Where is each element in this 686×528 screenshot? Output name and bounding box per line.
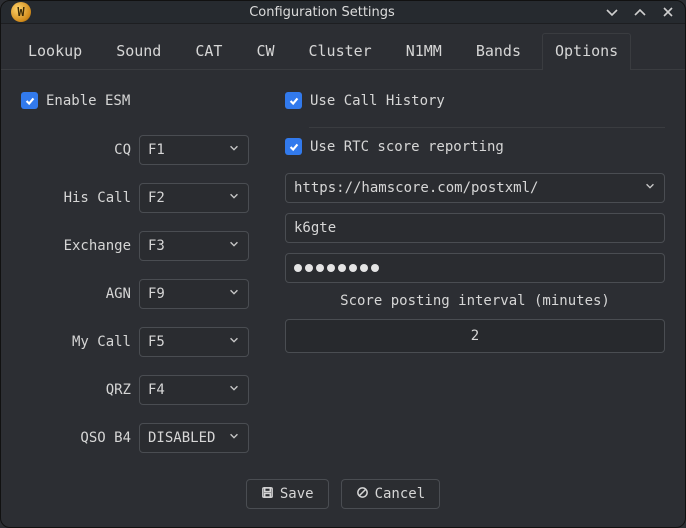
his-call-row: His Call F2 xyxy=(21,183,261,213)
check-icon xyxy=(21,92,38,109)
cq-value: F1 xyxy=(148,142,165,158)
use-call-history-label: Use Call History xyxy=(310,93,445,109)
agn-select[interactable]: F9 xyxy=(139,279,249,309)
qso-b4-row: QSO B4 DISABLED xyxy=(21,423,261,453)
agn-value: F9 xyxy=(148,286,165,302)
check-icon xyxy=(285,138,302,155)
save-icon xyxy=(261,486,274,503)
qrz-select[interactable]: F4 xyxy=(139,375,249,405)
tab-cat[interactable]: CAT xyxy=(182,33,235,70)
enable-esm-label: Enable ESM xyxy=(46,93,130,109)
my-call-row: My Call F5 xyxy=(21,327,261,357)
tab-cw[interactable]: CW xyxy=(243,33,287,70)
agn-row: AGN F9 xyxy=(21,279,261,309)
chevron-down-icon xyxy=(228,238,240,254)
password-mask xyxy=(294,264,379,272)
rtc-url-value: https://hamscore.com/postxml/ xyxy=(294,180,538,196)
enable-esm-checkbox[interactable]: Enable ESM xyxy=(21,92,261,109)
chevron-down-icon xyxy=(228,142,240,158)
my-call-label: My Call xyxy=(21,334,131,350)
save-label: Save xyxy=(280,486,314,502)
interval-label: Score posting interval (minutes) xyxy=(285,293,665,309)
content: Enable ESM CQ F1 His Call F2 xyxy=(1,70,685,463)
close-button[interactable] xyxy=(661,5,675,19)
my-call-value: F5 xyxy=(148,334,165,350)
qso-b4-value: DISABLED xyxy=(148,430,215,446)
chevron-down-icon xyxy=(228,190,240,206)
rtc-user-value: k6gte xyxy=(294,220,336,236)
rtc-settings: https://hamscore.com/postxml/ k6gte Scor… xyxy=(285,163,665,353)
tabbar: Lookup Sound CAT CW Cluster N1MM Bands O… xyxy=(1,24,685,70)
rtc-column: Use Call History Use RTC score reporting… xyxy=(285,92,665,453)
qrz-value: F4 xyxy=(148,382,165,398)
cancel-label: Cancel xyxy=(375,486,426,502)
cancel-icon xyxy=(356,486,369,503)
tab-bands[interactable]: Bands xyxy=(463,33,534,70)
esm-column: Enable ESM CQ F1 His Call F2 xyxy=(21,92,261,453)
qrz-label: QRZ xyxy=(21,382,131,398)
chevron-down-icon xyxy=(228,382,240,398)
qso-b4-label: QSO B4 xyxy=(21,430,131,446)
check-icon xyxy=(285,92,302,109)
app-icon: W xyxy=(11,2,31,22)
interval-value: 2 xyxy=(471,328,479,344)
minimize-button[interactable] xyxy=(605,5,619,19)
footer: Save Cancel xyxy=(1,463,685,527)
rtc-password-input[interactable] xyxy=(285,253,665,283)
use-rtc-label: Use RTC score reporting xyxy=(310,139,504,155)
chevron-down-icon xyxy=(644,180,656,196)
tab-n1mm[interactable]: N1MM xyxy=(393,33,455,70)
titlebar: W Configuration Settings xyxy=(1,1,685,24)
chevron-down-icon xyxy=(228,430,240,446)
window-buttons xyxy=(605,5,675,19)
tab-lookup[interactable]: Lookup xyxy=(15,33,95,70)
chevron-down-icon xyxy=(228,286,240,302)
qso-b4-select[interactable]: DISABLED xyxy=(139,423,249,453)
his-call-value: F2 xyxy=(148,190,165,206)
maximize-button[interactable] xyxy=(633,5,647,19)
his-call-select[interactable]: F2 xyxy=(139,183,249,213)
exchange-label: Exchange xyxy=(21,238,131,254)
chevron-down-icon xyxy=(228,334,240,350)
tab-options[interactable]: Options xyxy=(542,33,631,70)
cq-select[interactable]: F1 xyxy=(139,135,249,165)
exchange-select[interactable]: F3 xyxy=(139,231,249,261)
my-call-select[interactable]: F5 xyxy=(139,327,249,357)
interval-input[interactable]: 2 xyxy=(285,319,665,353)
cancel-button[interactable]: Cancel xyxy=(341,479,441,509)
tab-cluster[interactable]: Cluster xyxy=(296,33,385,70)
exchange-row: Exchange F3 xyxy=(21,231,261,261)
configuration-window: W Configuration Settings Lookup Sound CA… xyxy=(0,0,686,528)
cq-row: CQ F1 xyxy=(21,135,261,165)
qrz-row: QRZ F4 xyxy=(21,375,261,405)
divider xyxy=(309,127,665,128)
window-title: Configuration Settings xyxy=(39,5,605,20)
exchange-value: F3 xyxy=(148,238,165,254)
his-call-label: His Call xyxy=(21,190,131,206)
agn-label: AGN xyxy=(21,286,131,302)
tab-sound[interactable]: Sound xyxy=(103,33,174,70)
use-call-history-checkbox[interactable]: Use Call History xyxy=(285,92,665,109)
save-button[interactable]: Save xyxy=(246,479,329,509)
rtc-user-input[interactable]: k6gte xyxy=(285,213,665,243)
rtc-url-combo[interactable]: https://hamscore.com/postxml/ xyxy=(285,173,665,203)
cq-label: CQ xyxy=(21,142,131,158)
use-rtc-checkbox[interactable]: Use RTC score reporting xyxy=(285,138,665,155)
